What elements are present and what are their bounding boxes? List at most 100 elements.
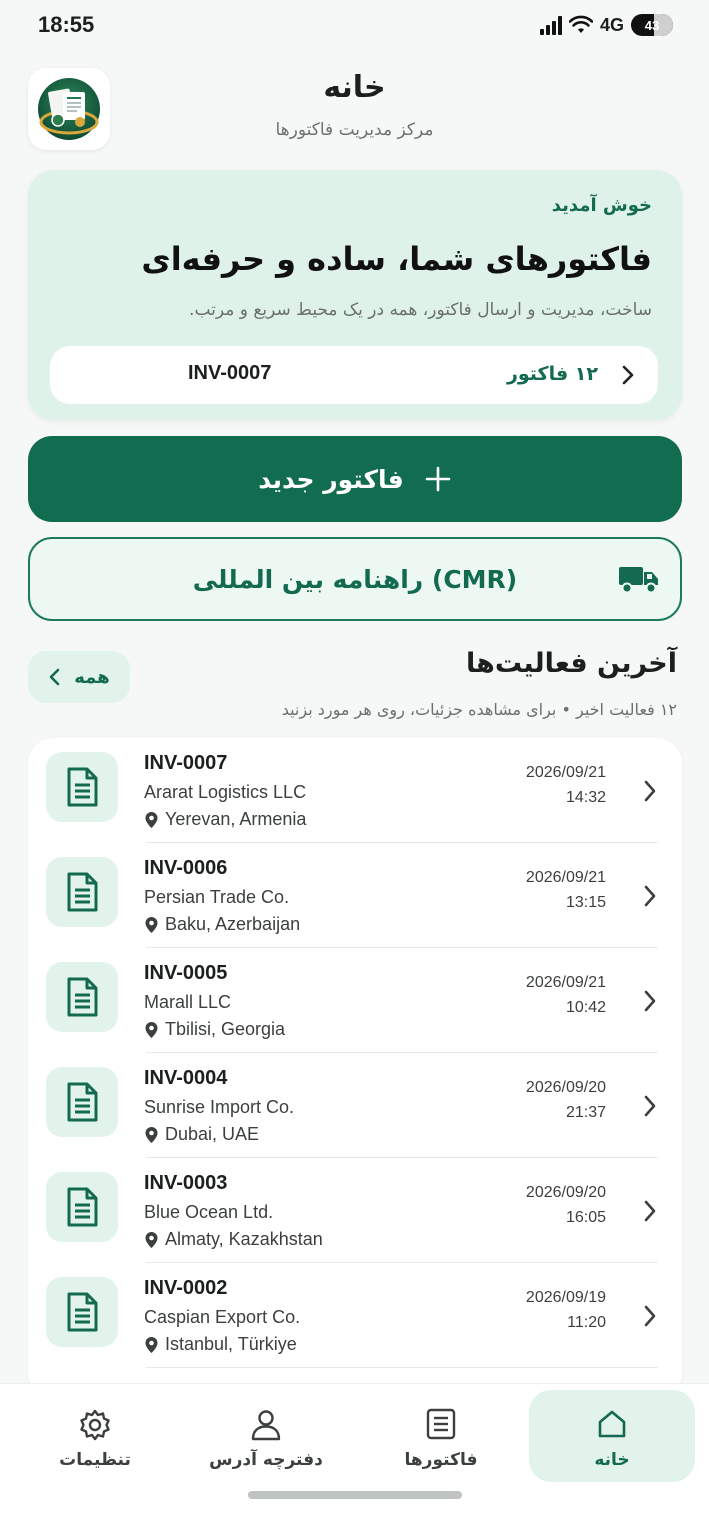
location-text: Tbilisi, Georgia	[165, 1019, 286, 1039]
activity-row[interactable]: INV-0004 Sunrise Import Co. Dubai, UAE 2…	[28, 1053, 682, 1158]
nav-invoices-label: فاکتورها	[404, 1450, 478, 1470]
invoice-doc-icon	[46, 1172, 118, 1242]
location-pin-icon	[145, 1021, 158, 1038]
cmr-guide-button[interactable]: راهنامه بین المللی (CMR)	[28, 537, 682, 621]
location-pin-icon	[145, 811, 158, 828]
chevron-right-icon	[644, 885, 656, 907]
invoice-number: INV-0007	[144, 752, 228, 774]
invoice-number: INV-0003	[144, 1172, 228, 1194]
location-pin-icon	[145, 1231, 158, 1248]
chevron-left-icon	[49, 668, 60, 686]
activity-row[interactable]: INV-0005 Marall LLC Tbilisi, Georgia 202…	[28, 948, 682, 1053]
chevron-right-icon	[644, 1305, 656, 1327]
status-bar: 18:55 4G 43	[0, 0, 709, 52]
company-name: Marall LLC	[144, 992, 232, 1012]
location-text: Yerevan, Armenia	[165, 809, 307, 829]
nav-address-book[interactable]: دفترچه آدرس	[196, 1390, 336, 1482]
location: Dubai, UAE	[144, 1124, 259, 1145]
invoice-doc-icon	[46, 1067, 118, 1137]
home-indicator	[248, 1491, 462, 1499]
recent-activity-title: آخرین فعالیت‌ها	[465, 648, 677, 679]
truck-icon	[619, 567, 658, 594]
plus-icon	[425, 466, 451, 492]
company-name: Blue Ocean Ltd.	[144, 1202, 274, 1222]
new-invoice-button[interactable]: فاکتور جدید	[28, 436, 682, 522]
nav-home-label: خانه	[594, 1450, 630, 1470]
welcome-description: ساخت، مدیریت و ارسال فاکتور، همه در یک م…	[189, 300, 652, 320]
location: Tbilisi, Georgia	[144, 1019, 285, 1040]
invoice-count: ۱۲ فاکتور	[506, 363, 598, 385]
nav-home[interactable]: خانه	[529, 1390, 695, 1482]
invoice-summary-button[interactable]: ۱۲ فاکتور INV-0007	[50, 346, 658, 404]
location: Istanbul, Türkiye	[144, 1334, 297, 1355]
location-pin-icon	[145, 1126, 158, 1143]
location: Yerevan, Armenia	[144, 809, 306, 830]
location-pin-icon	[145, 1336, 158, 1353]
location: Baku, Azerbaijan	[144, 914, 300, 935]
chevron-right-icon	[644, 1095, 656, 1117]
chevron-right-icon	[622, 365, 634, 385]
home-icon	[598, 1410, 626, 1438]
activity-date: 2026/09/20	[525, 1184, 606, 1201]
wifi-icon	[568, 15, 593, 33]
activity-time: 13:15	[565, 894, 606, 911]
cmr-guide-label: راهنامه بین المللی (CMR)	[192, 565, 518, 594]
status-time: 18:55	[38, 12, 95, 37]
invoice-number: INV-0005	[144, 962, 228, 984]
activity-date: 2026/09/19	[525, 1289, 606, 1306]
status-indicators: 4G 43	[539, 14, 673, 36]
user-icon	[251, 1410, 281, 1441]
activity-date: 2026/09/20	[525, 1079, 606, 1096]
invoice-doc-icon	[46, 962, 118, 1032]
location-text: Almaty, Kazakhstan	[165, 1229, 323, 1249]
page-subtitle: مرکز مدیریت فاکتورها	[275, 120, 434, 140]
app-header: خانه مرکز مدیریت فاکتورها	[0, 62, 709, 162]
nav-invoices[interactable]: فاکتورها	[376, 1390, 506, 1482]
location-text: Dubai, UAE	[165, 1124, 260, 1144]
location-text: Baku, Azerbaijan	[165, 914, 301, 934]
welcome-label: خوش آمدید	[551, 195, 652, 216]
network-type: 4G	[599, 14, 624, 35]
invoice-number: INV-0004	[144, 1067, 228, 1089]
welcome-title: فاکتورهای شما، ساده و حرفه‌ای	[141, 240, 652, 278]
battery-icon: 43	[631, 14, 673, 36]
nav-settings[interactable]: تنظیمات	[30, 1390, 160, 1482]
invoice-doc-icon	[46, 752, 118, 822]
activity-row[interactable]: INV-0003 Blue Ocean Ltd. Almaty, Kazakhs…	[28, 1158, 682, 1263]
company-name: Sunrise Import Co.	[144, 1097, 295, 1117]
view-all-button[interactable]: همه	[28, 651, 130, 703]
view-all-label: همه	[74, 666, 110, 688]
welcome-card: خوش آمدید فاکتورهای شما، ساده و حرفه‌ای …	[28, 170, 682, 420]
page-title: خانه	[323, 70, 386, 105]
nav-settings-label: تنظیمات	[59, 1450, 131, 1470]
invoice-doc-icon	[46, 857, 118, 927]
invoice-number: INV-0002	[144, 1277, 228, 1299]
company-name: Persian Trade Co.	[144, 887, 290, 907]
chevron-right-icon	[644, 1200, 656, 1222]
activity-date: 2026/09/21	[525, 974, 606, 991]
new-invoice-label: فاکتور جدید	[258, 464, 404, 494]
invoice-list-icon	[426, 1408, 456, 1440]
company-name: Caspian Export Co.	[144, 1307, 301, 1327]
activity-time: 10:42	[565, 999, 606, 1016]
invoice-number: INV-0006	[144, 857, 228, 879]
activity-list: INV-0007 Ararat Logistics LLC Yerevan, A…	[28, 738, 682, 1398]
signal-icon	[539, 15, 562, 35]
activity-time: 11:20	[567, 1314, 606, 1331]
activity-date: 2026/09/21	[525, 764, 606, 781]
gear-icon	[80, 1409, 110, 1441]
activity-date: 2026/09/21	[525, 869, 606, 886]
company-name: Ararat Logistics LLC	[144, 782, 307, 802]
activity-row[interactable]: INV-0006 Persian Trade Co. Baku, Azerbai…	[28, 843, 682, 948]
location-text: Istanbul, Türkiye	[165, 1334, 297, 1354]
activity-row[interactable]: INV-0002 Caspian Export Co. Istanbul, Tü…	[28, 1263, 682, 1368]
activity-row[interactable]: INV-0007 Ararat Logistics LLC Yerevan, A…	[28, 738, 682, 843]
chevron-right-icon	[644, 990, 656, 1012]
activity-time: 21:37	[565, 1104, 606, 1121]
bottom-navigation: تنظیمات دفترچه آدرس فاکتورها خانه	[0, 1383, 709, 1536]
row-divider	[146, 1367, 658, 1368]
location: Almaty, Kazakhstan	[144, 1229, 323, 1250]
invoice-doc-icon	[46, 1277, 118, 1347]
activity-time: 14:32	[565, 789, 606, 806]
chevron-right-icon	[644, 780, 656, 802]
